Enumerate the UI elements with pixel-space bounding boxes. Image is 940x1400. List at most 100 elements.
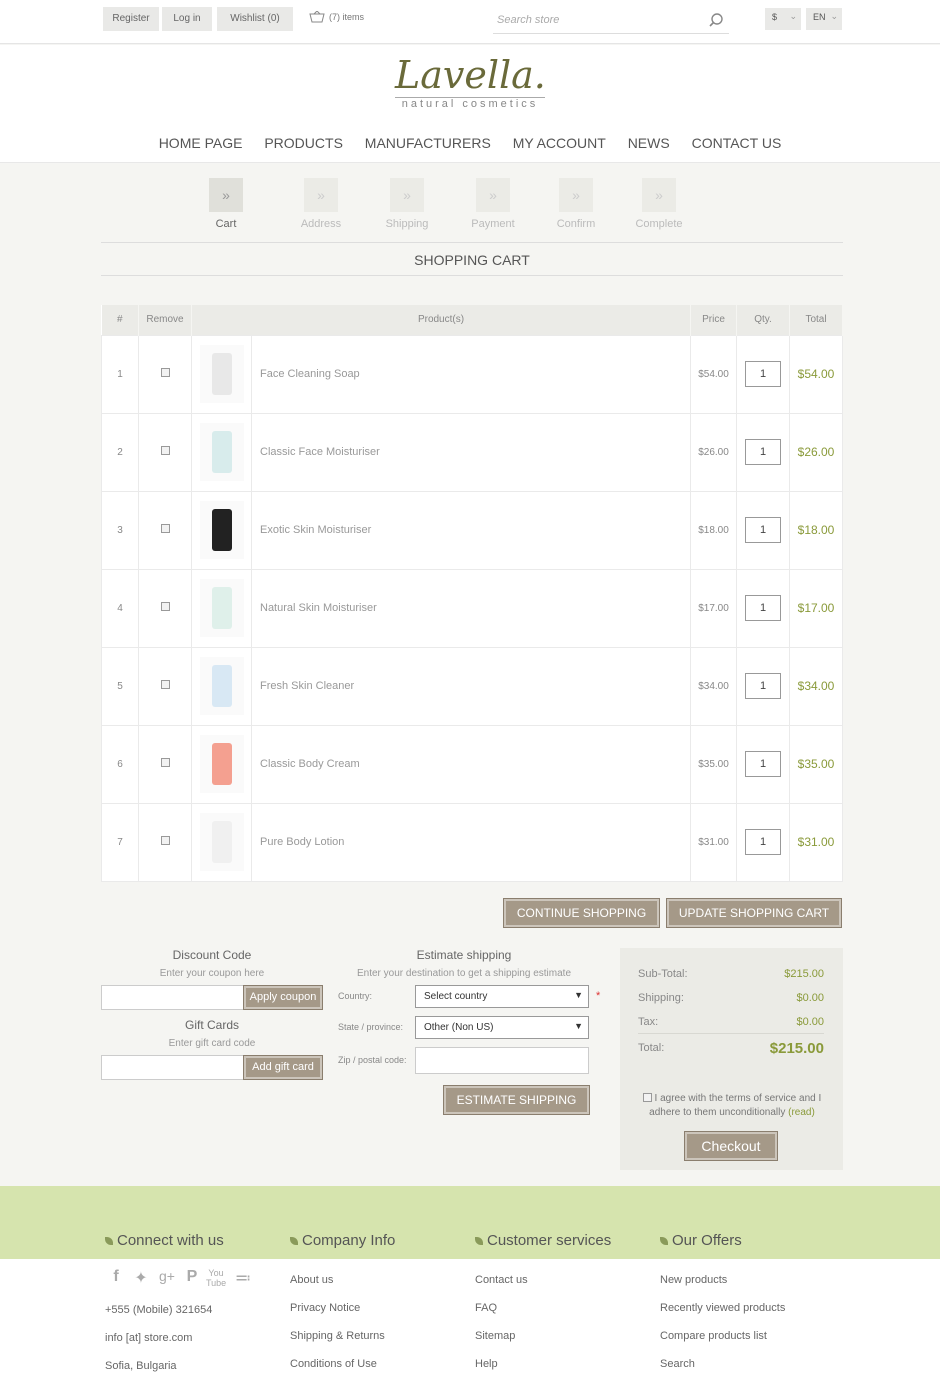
add-gift-card-button[interactable]: Add gift card	[244, 1056, 322, 1079]
nav-contact[interactable]: CONTACT US	[692, 135, 782, 151]
product-image-shape	[211, 353, 232, 395]
col-product: Product(s)	[191, 305, 691, 335]
totals-divider	[638, 1033, 824, 1034]
footer-link-shipping[interactable]: Shipping & Returns	[290, 1330, 385, 1342]
product-image[interactable]	[199, 735, 244, 793]
quantity-input[interactable]: 1	[745, 517, 781, 543]
footer-link-sitemap[interactable]: Sitemap	[475, 1330, 515, 1342]
step-label: Address	[300, 218, 342, 230]
footer-link-recently-viewed[interactable]: Recently viewed products	[660, 1302, 785, 1314]
state-value: Other (Non US)	[424, 1022, 494, 1033]
footer-link-help[interactable]: Help	[475, 1358, 498, 1370]
nav-home[interactable]: HOME PAGE	[159, 135, 243, 151]
coupon-input[interactable]	[101, 985, 244, 1010]
remove-checkbox[interactable]	[160, 602, 170, 611]
pinterest-icon[interactable]: P	[182, 1268, 202, 1288]
wishlist-button[interactable]: Wishlist (0)	[217, 7, 293, 31]
gift-card-subtitle: Enter gift card code	[168, 1038, 256, 1049]
remove-checkbox[interactable]	[160, 836, 170, 845]
row-total: $18.00	[789, 490, 843, 570]
search-input[interactable]: Search store	[493, 8, 729, 34]
wishlist-label: Wishlist	[230, 13, 265, 24]
terms-read-link[interactable]: (read)	[788, 1107, 815, 1118]
remove-checkbox[interactable]	[160, 368, 170, 377]
continue-shopping-button[interactable]: CONTINUE SHOPPING	[504, 899, 659, 927]
country-select[interactable]: Select country ▼	[415, 985, 589, 1008]
google-plus-icon[interactable]: g+	[157, 1268, 177, 1288]
quantity-input[interactable]: 1	[745, 673, 781, 699]
nav-my-account[interactable]: MY ACCOUNT	[513, 135, 606, 151]
quantity-input[interactable]: 1	[745, 439, 781, 465]
update-cart-button[interactable]: UPDATE SHOPPING CART	[667, 899, 841, 927]
product-image-shape	[211, 743, 232, 785]
language-select[interactable]: EN ⌄	[806, 8, 842, 30]
footer-link-search[interactable]: Search	[660, 1358, 695, 1370]
rss-icon[interactable]: ≕	[233, 1268, 253, 1288]
product-image[interactable]	[199, 657, 244, 715]
terms-checkbox[interactable]	[642, 1093, 652, 1102]
state-label: State / province:	[338, 1022, 404, 1032]
facebook-icon[interactable]: f	[106, 1268, 126, 1288]
country-value: Select country	[424, 991, 488, 1002]
product-name[interactable]: Face Cleaning Soap	[251, 334, 691, 414]
step-cart[interactable]: » Cart	[186, 178, 266, 230]
step-label: Cart	[215, 218, 237, 230]
remove-cell	[138, 412, 192, 492]
unit-price: $17.00	[690, 568, 737, 648]
product-name[interactable]: Pure Body Lotion	[251, 802, 691, 882]
remove-checkbox[interactable]	[160, 758, 170, 767]
quantity-input[interactable]: 1	[745, 751, 781, 777]
step-address: » Address	[281, 178, 361, 230]
quantity-input[interactable]: 1	[745, 595, 781, 621]
twitter-icon[interactable]: ✦	[131, 1268, 151, 1288]
nav-products[interactable]: PRODUCTS	[264, 135, 343, 151]
checkout-button[interactable]: Checkout	[685, 1132, 777, 1160]
nav-manufacturers[interactable]: MANUFACTURERS	[365, 135, 491, 151]
product-name[interactable]: Natural Skin Moisturiser	[251, 568, 691, 648]
remove-cell	[138, 568, 192, 648]
product-image-shape	[211, 821, 232, 863]
quantity-input[interactable]: 1	[745, 829, 781, 855]
login-button[interactable]: Log in	[162, 7, 212, 31]
footer-link-about[interactable]: About us	[290, 1274, 333, 1286]
mini-cart-link[interactable]: (7) items	[309, 11, 364, 23]
product-image[interactable]	[199, 501, 244, 559]
register-button[interactable]: Register	[103, 7, 159, 31]
quantity-input[interactable]: 1	[745, 361, 781, 387]
footer-link-conditions[interactable]: Conditions of Use	[290, 1358, 377, 1370]
estimate-shipping-button[interactable]: ESTIMATE SHIPPING	[444, 1086, 589, 1114]
product-name[interactable]: Exotic Skin Moisturiser	[251, 490, 691, 570]
footer-heading: Connect with us	[117, 1232, 224, 1249]
basket-icon	[309, 11, 325, 23]
thumbnail-cell	[191, 334, 252, 414]
remove-checkbox[interactable]	[160, 446, 170, 455]
apply-coupon-button[interactable]: Apply coupon	[244, 986, 322, 1009]
search-icon[interactable]	[709, 13, 723, 27]
remove-checkbox[interactable]	[160, 524, 170, 533]
row-total: $34.00	[789, 646, 843, 726]
product-name[interactable]: Classic Face Moisturiser	[251, 412, 691, 492]
footer-link-faq[interactable]: FAQ	[475, 1302, 497, 1314]
product-name[interactable]: Fresh Skin Cleaner	[251, 646, 691, 726]
youtube-icon[interactable]: You Tube	[206, 1268, 226, 1288]
footer-link-compare[interactable]: Compare products list	[660, 1330, 767, 1342]
product-image[interactable]	[199, 423, 244, 481]
product-image[interactable]	[199, 579, 244, 637]
footer-link-new-products[interactable]: New products	[660, 1274, 727, 1286]
footer-link-privacy[interactable]: Privacy Notice	[290, 1302, 360, 1314]
footer-email: info [at] store.com	[105, 1332, 193, 1344]
currency-select[interactable]: $ ⌄	[765, 8, 801, 30]
qty-cell: 1	[736, 646, 790, 726]
gift-card-input[interactable]	[101, 1055, 244, 1080]
zip-input[interactable]	[415, 1047, 589, 1074]
product-image[interactable]	[199, 813, 244, 871]
remove-checkbox[interactable]	[160, 680, 170, 689]
logo[interactable]: Lavella. natural cosmetics	[395, 53, 546, 115]
state-select[interactable]: Other (Non US) ▼	[415, 1016, 589, 1039]
product-name[interactable]: Classic Body Cream	[251, 724, 691, 804]
search-placeholder: Search store	[497, 14, 560, 26]
nav-news[interactable]: NEWS	[628, 135, 670, 151]
footer-link-contact[interactable]: Contact us	[475, 1274, 528, 1286]
tax-value: $0.00	[796, 1016, 824, 1028]
product-image[interactable]	[199, 345, 244, 403]
